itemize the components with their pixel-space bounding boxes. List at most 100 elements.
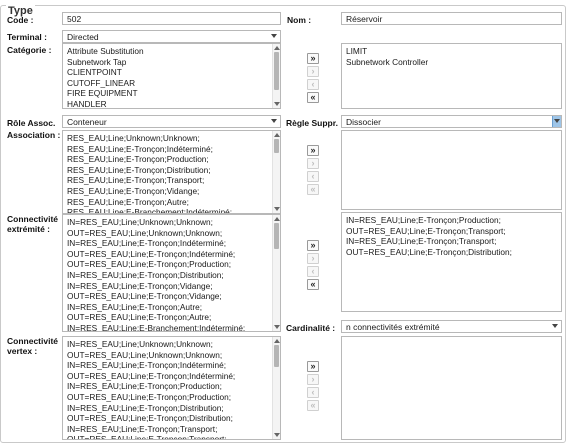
list-item[interactable]: Subnetwork Tap <box>67 57 268 68</box>
list-item[interactable]: RES_EAU;Line;E-Tronçon;Vidange; <box>67 186 268 197</box>
list-item[interactable]: OUT=RES_EAU;Line;E-Tronçon;Vidange; <box>67 291 268 302</box>
conn-ext-label-line2: extrémité : <box>7 224 50 234</box>
list-item[interactable]: RES_EAU;Line;E-Tronçon;Transport; <box>67 175 268 186</box>
role-label: Rôle Assoc. <box>7 118 56 128</box>
terminal-select[interactable]: Directed <box>62 30 281 43</box>
association-add-all-button[interactable]: » <box>307 145 319 156</box>
association-available-scrollbar[interactable] <box>272 131 280 213</box>
scroll-thumb[interactable] <box>274 52 279 90</box>
association-available-list[interactable]: RES_EAU;Line;Unknown;Unknown; RES_EAU;Lin… <box>62 130 281 214</box>
scroll-down-icon[interactable] <box>274 102 280 106</box>
categorie-add-button[interactable]: › <box>307 66 319 77</box>
scroll-up-icon[interactable] <box>274 217 280 221</box>
list-item[interactable]: IN=RES_EAU;Line;Unknown;Unknown; <box>67 339 268 350</box>
conn-vert-available-scrollbar[interactable] <box>272 337 280 439</box>
list-item[interactable]: CUTOFF_LINEAR <box>67 78 268 89</box>
list-item[interactable]: IN=RES_EAU;Line;E-Tronçon;Indéterminé; <box>67 360 268 371</box>
list-item[interactable]: OUT=RES_EAU;Line;E-Tronçon;Indéterminé; <box>67 371 268 382</box>
conn-ext-remove-all-button[interactable]: « <box>307 279 319 290</box>
association-add-button[interactable]: › <box>307 158 319 169</box>
association-remove-all-button[interactable]: « <box>307 184 319 195</box>
categorie-selected-list[interactable]: LIMIT Subnetwork Controller <box>341 43 562 109</box>
chevron-right-icon: › <box>311 66 315 76</box>
conn-ext-selected-list[interactable]: IN=RES_EAU;Line;E-Tronçon;Production; OUT… <box>341 212 562 312</box>
chevron-down-icon <box>271 119 277 123</box>
list-item[interactable]: FIRE EQUIPMENT <box>67 88 268 99</box>
scroll-up-icon[interactable] <box>274 46 280 50</box>
list-item[interactable]: OUT=RES_EAU;Line;E-Tronçon;Distribution; <box>67 413 268 424</box>
association-label: Association : <box>7 130 61 140</box>
list-item[interactable]: RES_EAU;Line;E-Tronçon;Production; <box>67 154 268 165</box>
list-item[interactable]: IN=RES_EAU;Line;E-Tronçon;Autre; <box>67 302 268 313</box>
list-item[interactable]: IN=RES_EAU;Line;E-Tronçon;Production; <box>67 381 268 392</box>
chevron-down-icon <box>552 324 558 328</box>
list-item[interactable]: OUT=RES_EAU;Line;E-Tronçon;Transport; <box>67 434 268 439</box>
list-item[interactable]: Attribute Substitution <box>67 46 268 57</box>
scroll-down-icon[interactable] <box>274 207 280 211</box>
list-item[interactable]: IN=RES_EAU;Line;E-Tronçon;Production; <box>346 215 549 226</box>
scroll-down-icon[interactable] <box>274 325 280 329</box>
scroll-up-icon[interactable] <box>274 133 280 137</box>
list-item[interactable]: HANDLER <box>67 99 268 108</box>
chevron-right-icon: › <box>311 253 315 263</box>
scroll-thumb[interactable] <box>274 345 279 367</box>
conn-ext-add-all-button[interactable]: » <box>307 240 319 251</box>
association-selected-list[interactable] <box>341 130 562 210</box>
list-item[interactable]: OUT=RES_EAU;Line;Unknown;Unknown; <box>67 228 268 239</box>
list-item[interactable]: OUT=RES_EAU;Line;Unknown;Unknown; <box>67 350 268 361</box>
list-item[interactable]: OUT=RES_EAU;Line;E-Tronçon;Production; <box>67 392 268 403</box>
categorie-add-all-button[interactable]: » <box>307 53 319 64</box>
list-item[interactable]: IN=RES_EAU;Line;E-Tronçon;Distribution; <box>67 270 268 281</box>
conn-vert-add-button[interactable]: › <box>307 374 319 385</box>
nom-field[interactable]: Réservoir <box>341 12 562 25</box>
list-item[interactable]: IN=RES_EAU;Line;E-Tronçon;Vidange; <box>67 281 268 292</box>
categorie-remove-button[interactable]: ‹ <box>307 79 319 90</box>
conn-vert-remove-all-button[interactable]: « <box>307 400 319 411</box>
list-item[interactable]: RES_EAU;Line;Unknown;Unknown; <box>67 133 268 144</box>
list-item[interactable]: IN=RES_EAU;Line;E-Tronçon;Transport; <box>346 236 549 247</box>
conn-vert-add-all-button[interactable]: » <box>307 361 319 372</box>
categorie-label: Catégorie : <box>7 45 52 55</box>
conn-vert-selected-list[interactable] <box>341 336 562 440</box>
list-item[interactable]: LIMIT <box>346 46 549 57</box>
conn-vert-available-list[interactable]: IN=RES_EAU;Line;Unknown;Unknown; OUT=RES_… <box>62 336 281 440</box>
list-item[interactable]: RES_EAU;Line;E-Tronçon;Distribution; <box>67 165 268 176</box>
list-item[interactable]: OUT=RES_EAU;Line;E-Tronçon;Indéterminé; <box>67 249 268 260</box>
list-item[interactable]: RES_EAU;Line;E-Tronçon;Indéterminé; <box>67 144 268 155</box>
association-remove-button[interactable]: ‹ <box>307 171 319 182</box>
categorie-remove-all-button[interactable]: « <box>307 92 319 103</box>
conn-ext-available-scrollbar[interactable] <box>272 215 280 331</box>
regle-select[interactable]: Dissocier <box>341 115 562 128</box>
list-item[interactable]: IN=RES_EAU;Line;Unknown;Unknown; <box>67 217 268 228</box>
list-item[interactable]: RES_EAU;Line;E-Branchement;Indéterminé; <box>67 207 268 213</box>
categorie-available-list[interactable]: Attribute Substitution Subnetwork Tap CLIE… <box>62 43 281 109</box>
list-item[interactable]: IN=RES_EAU;Line;E-Branchement;Indétermin… <box>67 323 268 331</box>
list-item[interactable]: OUT=RES_EAU;Line;E-Tronçon;Transport; <box>346 226 549 237</box>
conn-ext-remove-button[interactable]: ‹ <box>307 266 319 277</box>
code-field[interactable]: 502 <box>62 12 281 25</box>
scroll-down-icon[interactable] <box>274 433 280 437</box>
scroll-thumb[interactable] <box>274 139 279 153</box>
conn-ext-add-button[interactable]: › <box>307 253 319 264</box>
list-item[interactable]: RES_EAU;Line;E-Tronçon;Autre; <box>67 197 268 208</box>
cardinalite-label: Cardinalité : <box>286 323 336 333</box>
chevron-right-icon: › <box>311 374 315 384</box>
list-item[interactable]: OUT=RES_EAU;Line;E-Tronçon;Production; <box>67 259 268 270</box>
list-item[interactable]: OUT=RES_EAU;Line;E-Tronçon;Autre; <box>67 312 268 323</box>
list-item[interactable]: CLIENTPOINT <box>67 67 268 78</box>
list-item[interactable]: Subnetwork Controller <box>346 57 549 68</box>
scroll-thumb[interactable] <box>274 223 279 249</box>
categorie-available-scrollbar[interactable] <box>272 44 280 108</box>
list-item[interactable]: OUT=RES_EAU;Line;E-Tronçon;Distribution; <box>346 247 549 258</box>
terminal-value: Directed <box>67 32 99 42</box>
scroll-up-icon[interactable] <box>274 339 280 343</box>
list-item[interactable]: IN=RES_EAU;Line;E-Tronçon;Distribution; <box>67 403 268 414</box>
conn-vert-remove-button[interactable]: ‹ <box>307 387 319 398</box>
list-item[interactable]: IN=RES_EAU;Line;E-Tronçon;Transport; <box>67 424 268 435</box>
double-chevron-left-icon: « <box>310 400 316 410</box>
double-chevron-left-icon: « <box>310 279 316 289</box>
conn-ext-available-list[interactable]: IN=RES_EAU;Line;Unknown;Unknown; OUT=RES_… <box>62 214 281 332</box>
cardinalite-select[interactable]: n connectivités extrémité <box>341 320 562 333</box>
role-select[interactable]: Conteneur <box>62 115 281 128</box>
list-item[interactable]: IN=RES_EAU;Line;E-Tronçon;Indéterminé; <box>67 238 268 249</box>
